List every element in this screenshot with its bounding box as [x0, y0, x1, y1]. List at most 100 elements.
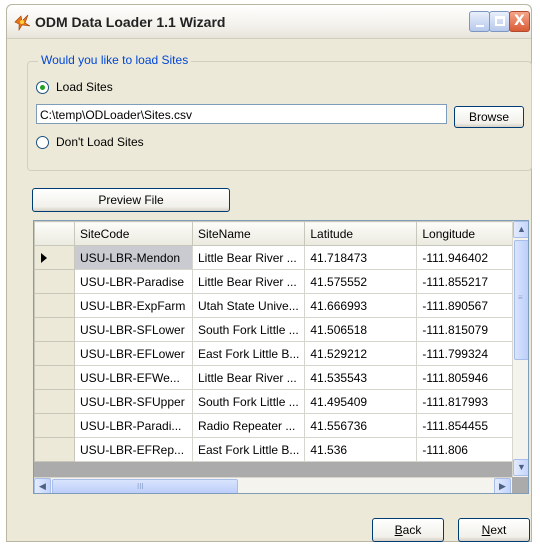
- cell-longitude[interactable]: -111.890567: [416, 293, 514, 318]
- cell-sitename[interactable]: Little Bear River ...: [191, 365, 306, 390]
- cell-latitude[interactable]: 41.535543: [304, 365, 418, 390]
- cell-sitename[interactable]: Radio Repeater ...: [191, 413, 306, 438]
- cell-sitecode[interactable]: USU-LBR-EFRep...: [74, 437, 193, 462]
- scroll-left-icon: ◀: [39, 481, 46, 491]
- table-row[interactable]: USU-LBR-Paradi... Radio Repeater ... 41.55…: [34, 413, 514, 438]
- site-file-path-input[interactable]: C:\temp\ODLoader\Sites.csv: [36, 104, 447, 124]
- cell-longitude[interactable]: -111.815079: [416, 317, 514, 342]
- cell-sitecode[interactable]: USU-LBR-EFLower: [74, 341, 193, 366]
- cell-sitename[interactable]: Utah State Unive...: [191, 293, 306, 318]
- cell-longitude[interactable]: -111.805946: [416, 365, 514, 390]
- row-header-corner: [34, 221, 75, 246]
- close-icon: X: [514, 13, 525, 29]
- table-row[interactable]: USU-LBR-SFLower South Fork Little ... 41.5…: [34, 317, 514, 342]
- horizontal-scrollbar[interactable]: ◀ III ▶: [34, 477, 512, 493]
- row-header[interactable]: [34, 341, 75, 366]
- table-row[interactable]: USU-LBR-EFRep... East Fork Little B... 41.…: [34, 437, 514, 462]
- scroll-left-button[interactable]: ◀: [34, 478, 51, 493]
- sites-data-grid[interactable]: SiteCode SiteName Latitude Longitude USU…: [33, 220, 529, 494]
- vertical-grip-icon: ≡: [518, 293, 523, 302]
- column-header-longitude[interactable]: Longitude: [416, 221, 514, 246]
- cell-sitename[interactable]: East Fork Little B...: [191, 437, 306, 462]
- dont-load-sites-radio[interactable]: [36, 136, 49, 149]
- row-header[interactable]: [34, 437, 75, 462]
- cell-longitude[interactable]: -111.817993: [416, 389, 514, 414]
- row-header[interactable]: [34, 317, 75, 342]
- cell-sitecode[interactable]: USU-LBR-SFUpper: [74, 389, 193, 414]
- title-bar[interactable]: ODM Data Loader 1.1 Wizard X: [7, 5, 531, 39]
- next-label-rest: ext: [490, 523, 507, 537]
- odm-app-icon: [14, 14, 31, 31]
- table-row[interactable]: USU-LBR-Mendon Little Bear River ... 41.71…: [34, 245, 514, 270]
- cell-longitude[interactable]: -111.946402: [416, 245, 514, 270]
- cell-latitude[interactable]: 41.666993: [304, 293, 418, 318]
- scroll-down-icon: ▼: [517, 462, 526, 472]
- row-header[interactable]: [34, 245, 75, 270]
- cell-sitename[interactable]: South Fork Little ...: [191, 389, 306, 414]
- back-access-key: B: [394, 523, 403, 537]
- row-header[interactable]: [34, 413, 75, 438]
- cell-latitude[interactable]: 41.506518: [304, 317, 418, 342]
- cell-sitecode[interactable]: USU-LBR-EFWe...: [74, 365, 193, 390]
- dont-load-sites-label[interactable]: Don't Load Sites: [56, 135, 144, 149]
- load-sites-label[interactable]: Load Sites: [56, 80, 113, 94]
- cell-sitecode[interactable]: USU-LBR-Mendon: [74, 245, 193, 270]
- table-row[interactable]: USU-LBR-EFWe... Little Bear River ... 41.5…: [34, 365, 514, 390]
- row-header[interactable]: [34, 365, 75, 390]
- next-button[interactable]: Next: [458, 518, 530, 542]
- browse-button[interactable]: Browse: [454, 106, 524, 128]
- cell-sitecode[interactable]: USU-LBR-Paradise: [74, 269, 193, 294]
- cell-latitude[interactable]: 41.536: [304, 437, 418, 462]
- minimize-button[interactable]: [469, 11, 490, 32]
- maximize-icon: [495, 16, 505, 26]
- table-row[interactable]: USU-LBR-Paradise Little Bear River ... 41.…: [34, 269, 514, 294]
- window-title: ODM Data Loader 1.1 Wizard: [35, 14, 226, 30]
- column-header-sitecode[interactable]: SiteCode: [74, 221, 193, 246]
- close-button[interactable]: X: [509, 11, 530, 32]
- sites-group-legend: Would you like to load Sites: [38, 53, 192, 67]
- radio-selected-dot: [40, 85, 45, 90]
- preview-file-button[interactable]: Preview File: [32, 188, 230, 212]
- column-header-latitude[interactable]: Latitude: [304, 221, 418, 246]
- cell-latitude[interactable]: 41.718473: [304, 245, 418, 270]
- maximize-button[interactable]: [489, 11, 510, 32]
- cell-latitude[interactable]: 41.529212: [304, 341, 418, 366]
- table-header-row: SiteCode SiteName Latitude Longitude: [34, 221, 514, 246]
- cell-latitude[interactable]: 41.495409: [304, 389, 418, 414]
- cell-sitecode[interactable]: USU-LBR-SFLower: [74, 317, 193, 342]
- back-button[interactable]: Back: [372, 518, 444, 542]
- cell-sitename[interactable]: Little Bear River ...: [191, 245, 306, 270]
- horizontal-grip-icon: III: [137, 482, 144, 491]
- table-row[interactable]: USU-LBR-SFUpper South Fork Little ... 41.4…: [34, 389, 514, 414]
- cell-latitude[interactable]: 41.575552: [304, 269, 418, 294]
- scroll-right-button[interactable]: ▶: [494, 478, 511, 493]
- cell-sitename[interactable]: East Fork Little B...: [191, 341, 306, 366]
- scroll-up-icon: ▲: [517, 224, 526, 234]
- row-header[interactable]: [34, 269, 75, 294]
- vertical-scroll-thumb[interactable]: ≡: [514, 240, 528, 360]
- cell-sitename[interactable]: South Fork Little ...: [191, 317, 306, 342]
- table-row[interactable]: USU-LBR-EFLower East Fork Little B... 41.5…: [34, 341, 514, 366]
- load-sites-radio[interactable]: [36, 81, 49, 94]
- row-header[interactable]: [34, 389, 75, 414]
- row-header[interactable]: [34, 293, 75, 318]
- cell-sitename[interactable]: Little Bear River ...: [191, 269, 306, 294]
- vertical-scrollbar[interactable]: ▲ ≡ ▼: [512, 221, 528, 477]
- scroll-right-icon: ▶: [499, 481, 506, 491]
- current-row-arrow-icon: [41, 252, 47, 263]
- scroll-down-button[interactable]: ▼: [513, 459, 528, 476]
- column-header-sitename[interactable]: SiteName: [191, 221, 306, 246]
- cell-sitecode[interactable]: USU-LBR-Paradi...: [74, 413, 193, 438]
- cell-longitude[interactable]: -111.854455: [416, 413, 514, 438]
- cell-sitecode[interactable]: USU-LBR-ExpFarm: [74, 293, 193, 318]
- horizontal-scroll-thumb[interactable]: III: [52, 479, 238, 493]
- scroll-up-button[interactable]: ▲: [513, 221, 528, 238]
- table-row[interactable]: USU-LBR-ExpFarm Utah State Unive... 41.666…: [34, 293, 514, 318]
- sites-table: SiteCode SiteName Latitude Longitude USU…: [34, 221, 514, 462]
- back-label-rest: ack: [402, 523, 422, 537]
- cell-longitude[interactable]: -111.855217: [416, 269, 514, 294]
- cell-longitude[interactable]: -111.799324: [416, 341, 514, 366]
- minimize-icon: [476, 25, 484, 27]
- cell-longitude[interactable]: -111.806: [416, 437, 514, 462]
- cell-latitude[interactable]: 41.556736: [304, 413, 418, 438]
